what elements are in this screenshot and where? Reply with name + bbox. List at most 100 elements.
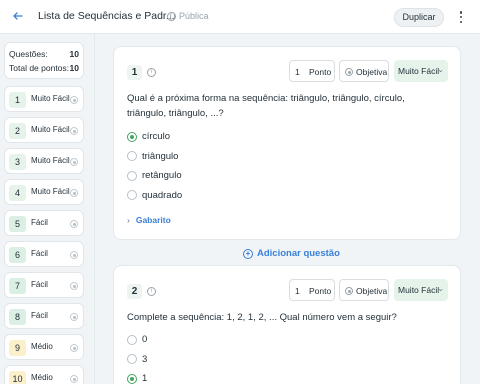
stat-value: 10 [69, 63, 79, 73]
sidebar-question-item[interactable]: 3 Muito Fácil [4, 148, 84, 174]
chevron-down-icon: ⌄ [437, 65, 444, 74]
sidebar-question-item[interactable]: 9 Médio [4, 334, 84, 360]
points-field[interactable]: 1 Ponto [289, 279, 335, 301]
answer-option[interactable]: 0 [127, 334, 147, 345]
stat-label: Questões: [9, 49, 48, 59]
question-card: 1 i 1 Ponto Objetiva Muito Fácil ⌄ Qual … [113, 46, 461, 240]
stat-label: Total de pontos: [9, 63, 70, 73]
sidebar-question-difficulty: Fácil [31, 280, 48, 289]
sidebar-question-number: 7 [9, 278, 26, 294]
difficulty-label: Muito Fácil [398, 66, 440, 76]
option-label: triângulo [142, 150, 179, 162]
globe-icon [167, 11, 176, 21]
answer-option[interactable]: 1 [127, 373, 147, 384]
option-label: círculo [142, 131, 170, 142]
question-card: 2 i 1 Ponto Objetiva Muito Fácil ⌄ Compl… [113, 265, 461, 384]
radio-type-icon [345, 68, 353, 76]
sidebar-question-item[interactable]: 1 Muito Fácil [4, 86, 84, 112]
sidebar-question-number: 4 [9, 185, 26, 201]
answer-option[interactable]: retângulo [127, 170, 182, 181]
answer-option[interactable]: triângulo [127, 151, 178, 162]
question-type-select[interactable]: Objetiva [339, 279, 389, 301]
sidebar-question-number: 1 [9, 92, 26, 108]
option-radio[interactable] [127, 373, 137, 384]
radio-type-icon [70, 251, 78, 259]
sidebar-question-number: 2 [9, 123, 26, 139]
visibility-label: Pública [179, 11, 209, 21]
radio-type-icon [70, 158, 78, 166]
difficulty-select[interactable]: Muito Fácil ⌄ [394, 279, 448, 301]
radio-type-icon [70, 96, 78, 104]
stat-value: 10 [69, 49, 79, 59]
add-question-button[interactable]: + Adicionar questão [243, 248, 340, 259]
question-type-label: Objetiva [356, 67, 388, 77]
chevron-down-icon: ⌄ [437, 284, 444, 293]
sidebar-question-item[interactable]: 4 Muito Fácil [4, 179, 84, 205]
answer-option[interactable]: quadrado [127, 190, 182, 201]
question-type-label: Objetiva [356, 286, 388, 296]
sidebar-question-difficulty: Médio [31, 373, 53, 382]
plus-icon: + [243, 248, 253, 259]
option-label: 0 [142, 334, 148, 345]
sidebar-question-number: 8 [9, 309, 26, 325]
answer-key-toggle[interactable]: › Gabarito [127, 215, 171, 225]
visibility-status[interactable]: Pública [167, 11, 209, 21]
points-value: 1 [295, 67, 300, 77]
sidebar-question-number: 6 [9, 247, 26, 263]
chevron-right-icon: › [127, 215, 130, 225]
question-number: 2 [127, 284, 142, 299]
sidebar-question-item[interactable]: 2 Muito Fácil [4, 117, 84, 143]
radio-type-icon [70, 127, 78, 135]
answer-option[interactable]: círculo [127, 131, 170, 142]
question-count-row: Questões: 10 [9, 49, 79, 59]
radio-type-icon [70, 220, 78, 228]
duplicate-button[interactable]: Duplicar [394, 8, 444, 27]
radio-type-icon [70, 375, 78, 383]
radio-type-icon [70, 282, 78, 290]
answer-option[interactable]: 3 [127, 354, 147, 365]
sidebar-question-item[interactable]: 8 Fácil [4, 303, 84, 329]
top-bar: Lista de Sequências e Padr... Pública Du… [0, 0, 480, 34]
difficulty-select[interactable]: Muito Fácil ⌄ [394, 60, 448, 82]
question-type-select[interactable]: Objetiva [339, 60, 389, 82]
sidebar-question-number: 3 [9, 154, 26, 170]
sidebar-question-item[interactable]: 10 Médio [4, 365, 84, 384]
sidebar-question-item[interactable]: 7 Fácil [4, 272, 84, 298]
radio-type-icon [70, 313, 78, 321]
sidebar-question-item[interactable]: 5 Fácil [4, 210, 84, 236]
difficulty-label: Muito Fácil [398, 285, 440, 295]
option-radio[interactable] [127, 170, 137, 181]
sidebar-question-difficulty: Muito Fácil [31, 125, 70, 134]
points-value: 1 [295, 286, 300, 296]
points-field[interactable]: 1 Ponto [289, 60, 335, 82]
radio-type-icon [345, 287, 353, 295]
question-number: 1 [127, 65, 142, 80]
option-label: quadrado [142, 189, 183, 201]
info-icon[interactable]: i [147, 68, 156, 77]
option-radio[interactable] [127, 151, 137, 161]
sidebar-question-number: 10 [9, 371, 26, 384]
sidebar-question-difficulty: Muito Fácil [31, 94, 70, 103]
option-label: retângulo [142, 170, 182, 181]
option-radio[interactable] [127, 334, 137, 345]
radio-type-icon [70, 189, 78, 197]
arrow-left-icon[interactable] [11, 10, 25, 24]
option-radio[interactable] [127, 190, 137, 200]
question-text-line: Qual é a próxima forma na sequência: tri… [127, 93, 405, 104]
sidebar-question-difficulty: Fácil [31, 311, 48, 320]
sidebar-question-item[interactable]: 6 Fácil [4, 241, 84, 267]
option-label: 3 [142, 353, 148, 365]
more-options-icon[interactable] [456, 9, 466, 25]
sidebar-question-difficulty: Fácil [31, 249, 48, 258]
option-radio[interactable] [127, 131, 137, 142]
radio-type-icon [70, 344, 78, 352]
option-radio[interactable] [127, 354, 137, 364]
sidebar-question-difficulty: Fácil [31, 218, 48, 227]
option-label: 1 [142, 373, 148, 384]
question-text: Qual é a próxima forma na sequência: tri… [127, 91, 427, 121]
add-question-label: Adicionar questão [257, 248, 340, 259]
info-icon[interactable]: i [147, 287, 156, 296]
sidebar-question-difficulty: Médio [31, 342, 53, 351]
page-title: Lista de Sequências e Padr... [38, 10, 175, 22]
question-text: Complete a sequência: 1, 2, 1, 2, ... Qu… [127, 312, 397, 323]
